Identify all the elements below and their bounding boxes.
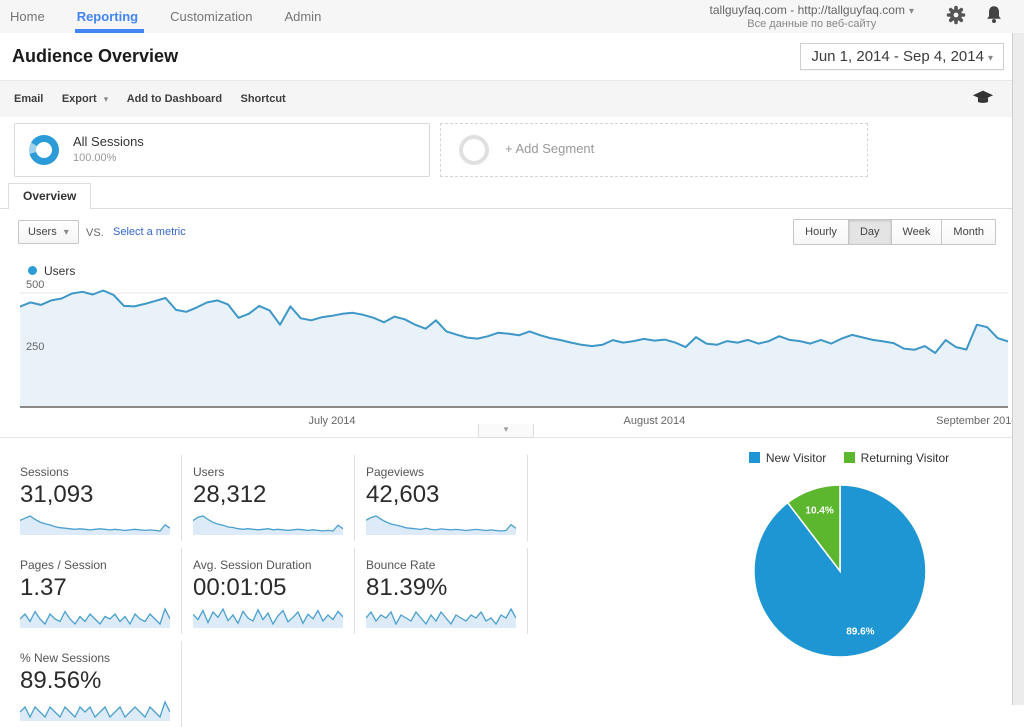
page-header: Audience Overview Jun 1, 2014 - Sep 4, 2… — [0, 33, 1024, 80]
metric-value: 81.39% — [366, 574, 448, 601]
chart-collapse-handle[interactable]: ▾ — [478, 424, 534, 438]
new-visitor-swatch-icon — [748, 452, 760, 463]
metric-value: 00:01:05 — [193, 574, 287, 601]
shortcut-button[interactable]: Shortcut — [241, 81, 286, 105]
metric-card-new-sessions: % New Sessions 89.56% — [20, 641, 182, 727]
date-range-selector[interactable]: Jun 1, 2014 - Sep 4, 2014 ▾ — [800, 43, 1004, 70]
report-tabs: Overview — [0, 183, 1024, 209]
metric-card-bounce-rate: Bounce Rate 81.39% — [366, 548, 528, 634]
add-segment-button[interactable]: + Add Segment — [440, 123, 868, 177]
new-sessions-sparkline — [20, 700, 170, 721]
vs-label: VS. — [86, 227, 104, 239]
nav-item-reporting[interactable]: Reporting — [61, 0, 154, 33]
metric-label: Pageviews — [366, 465, 425, 479]
metric-value: 31,093 — [20, 481, 94, 508]
nav-item-customization[interactable]: Customization — [154, 0, 268, 33]
metric-card-sessions: Sessions 31,093 — [20, 455, 182, 541]
top-navigation: Home Reporting Customization Admin tallg… — [0, 0, 1024, 33]
add-to-dashboard-button[interactable]: Add to Dashboard — [127, 81, 222, 105]
nav-item-home[interactable]: Home — [10, 0, 61, 33]
sessions-sparkline — [20, 515, 170, 535]
segment-bar: All Sessions 100.00% + Add Segment — [0, 117, 1024, 183]
metric-value: 28,312 — [193, 481, 267, 508]
vertical-scrollbar[interactable] — [1012, 33, 1024, 705]
metric-card-avg-session-duration: Avg. Session Duration 00:01:05 — [193, 548, 355, 634]
x-axis-month-label: September 2014 — [936, 415, 1018, 427]
users-timeline-chart[interactable]: 500 250 July 2014 August 2014 September 2014 — [19, 279, 1017, 441]
overview-panel: Users ▾ VS. Select a metric Hourly Day W… — [0, 209, 1017, 727]
metric-label: Users — [193, 465, 225, 479]
segment-all-sessions[interactable]: All Sessions 100.00% — [14, 123, 430, 177]
gear-icon[interactable] — [946, 5, 966, 25]
chevron-down-icon: ▾ — [908, 6, 914, 17]
top-nav-items: Home Reporting Customization Admin — [10, 0, 337, 33]
x-axis-month-label: July 2014 — [308, 415, 356, 427]
account-selector[interactable]: tallguyfaq.com - http://tallguyfaq.com ▾ … — [710, 3, 914, 30]
chevron-down-icon: ▾ — [63, 227, 69, 238]
svg-text:89.6%: 89.6% — [846, 626, 874, 637]
x-axis-month-label: August 2014 — [623, 415, 686, 427]
timeline-legend: Users — [28, 264, 75, 278]
metric-card-pageviews: Pageviews 42,603 — [366, 455, 528, 541]
metric-label: Bounce Rate — [366, 558, 436, 572]
bell-icon[interactable] — [984, 5, 1004, 25]
export-button[interactable]: Export ▾ — [62, 81, 108, 105]
pageviews-sparkline — [366, 515, 516, 535]
users-timeline-svg — [19, 289, 1009, 408]
add-segment-label: + Add Segment — [505, 141, 595, 156]
chevron-down-icon: ▾ — [103, 94, 109, 104]
granularity-week-button[interactable]: Week — [891, 219, 943, 245]
select-a-metric-link[interactable]: Select a metric — [113, 226, 186, 238]
report-action-bar: Email Export ▾ Add to Dashboard Shortcut — [0, 80, 1024, 118]
visitor-type-pie-chart[interactable]: 89.6% 10.4% — [740, 479, 940, 679]
svg-text:10.4%: 10.4% — [805, 506, 833, 517]
granularity-hourly-button[interactable]: Hourly — [793, 219, 849, 245]
granularity-button-group: Hourly Day Week Month — [793, 219, 996, 245]
email-button[interactable]: Email — [14, 81, 43, 105]
account-view-name: Все данные по веб-сайту — [747, 18, 877, 30]
metric-label: Avg. Session Duration — [193, 558, 312, 572]
page-title: Audience Overview — [12, 46, 179, 66]
granularity-month-button[interactable]: Month — [942, 219, 996, 245]
users-sparkline — [193, 515, 343, 535]
metric-label: Sessions — [20, 465, 69, 479]
visitor-type-pie-block: New Visitor Returning Visitor 89.6% 10.4% — [712, 445, 992, 705]
metric-dropdown[interactable]: Users ▾ — [18, 220, 79, 244]
tab-overview[interactable]: Overview — [8, 183, 92, 209]
returning-visitor-swatch-icon — [843, 452, 855, 463]
segment-percentage: 100.00% — [73, 152, 117, 164]
metric-value: 42,603 — [366, 481, 440, 508]
nav-item-admin[interactable]: Admin — [268, 0, 337, 33]
pie-legend: New Visitor Returning Visitor — [712, 451, 972, 465]
segment-donut-icon — [29, 135, 59, 165]
add-segment-ring-icon — [459, 135, 489, 165]
metric-label: Pages / Session — [20, 558, 107, 572]
education-graduation-cap-icon[interactable] — [972, 89, 994, 107]
y-axis-tick-label: 500 — [26, 279, 45, 291]
metric-value: 1.37 — [20, 574, 67, 601]
account-name: tallguyfaq.com - http://tallguyfaq.com ▾ — [709, 3, 914, 17]
chevron-down-icon: ▾ — [987, 53, 993, 64]
metric-label: % New Sessions — [20, 651, 111, 665]
y-axis-tick-label: 250 — [26, 341, 45, 353]
metric-card-pages-per-session: Pages / Session 1.37 — [20, 548, 182, 634]
metric-value: 89.56% — [20, 667, 102, 694]
bounce-rate-sparkline — [366, 607, 516, 628]
metric-card-users: Users 28,312 — [193, 455, 355, 541]
pages-per-session-sparkline — [20, 607, 170, 628]
granularity-day-button[interactable]: Day — [848, 219, 892, 245]
avg-session-duration-sparkline — [193, 607, 343, 628]
segment-title: All Sessions — [73, 134, 144, 149]
users-series-dot-icon — [28, 266, 37, 275]
